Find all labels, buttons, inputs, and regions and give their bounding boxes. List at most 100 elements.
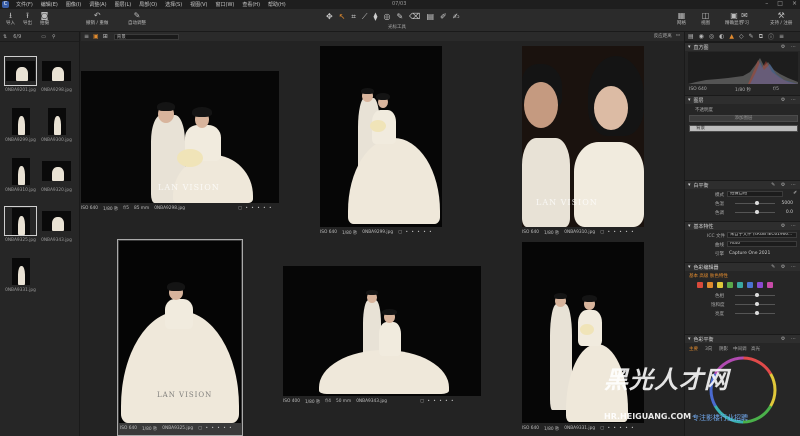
add-layer-button[interactable]: 添加图层: [689, 115, 798, 122]
background-layer[interactable]: 背景: [689, 125, 798, 132]
import-button[interactable]: ⭳ 导入: [6, 11, 15, 26]
color-swatch[interactable]: [717, 282, 723, 288]
menu-item[interactable]: 查看(H): [238, 1, 264, 8]
maximize-icon[interactable]: □: [777, 0, 783, 7]
picker-icon[interactable]: ✐: [440, 12, 447, 22]
annotate-icon[interactable]: ✍: [453, 12, 460, 22]
menu-item[interactable]: 编辑(E): [37, 1, 62, 8]
color-swatch[interactable]: [767, 282, 773, 288]
menu-item[interactable]: 图像(I): [62, 1, 85, 8]
browser-view-icon[interactable]: ▭: [41, 34, 46, 40]
color-swatch[interactable]: [697, 282, 703, 288]
base-char-header[interactable]: ▾ 基本特性 ⚙ ⋯: [685, 221, 800, 230]
close-icon[interactable]: ×: [792, 0, 797, 7]
photo-image[interactable]: [283, 266, 481, 396]
undo-button[interactable]: ↶ 撤销 / 重做: [86, 11, 108, 26]
browser-thumbnail[interactable]: 0NBA9310.jpg: [4, 156, 37, 193]
menu-item[interactable]: 文件(F): [12, 1, 37, 8]
wb-picker-icon[interactable]: ✐: [793, 191, 797, 196]
browser-thumbnail[interactable]: 0NBA9298.jpg: [40, 56, 73, 93]
auto-adjust-button[interactable]: ✎ 自动调整: [128, 11, 146, 26]
menu-item[interactable]: 图层(L): [111, 1, 136, 8]
crop-icon[interactable]: ⌗: [351, 12, 356, 22]
lens-tab-icon[interactable]: ◎: [709, 33, 714, 40]
exposure-tab-icon[interactable]: ▲: [729, 33, 734, 40]
kelvin-slider[interactable]: [735, 201, 775, 205]
color-swatch[interactable]: [737, 282, 743, 288]
photo-image[interactable]: LAN VISION: [522, 46, 644, 227]
browser-thumbnail[interactable]: 0NBA9343.jpg: [40, 206, 73, 243]
keystone-icon[interactable]: ⧫: [374, 12, 378, 22]
gradient-icon[interactable]: ▤: [426, 12, 434, 22]
saturation-slider[interactable]: [735, 302, 775, 306]
browser-thumbnail[interactable]: 0NBA9300.jpg: [40, 106, 73, 143]
icc-select[interactable]: 来自于文件 (sRGB IEC61966...: [727, 232, 797, 238]
photo-card-selected[interactable]: LAN VISION ISO 640 1/80 秒 0NBA9325.jpg ▢ •…: [117, 239, 243, 436]
browser-thumbnail[interactable]: 0NBA9331.jpg: [4, 256, 37, 293]
before-after-button[interactable]: ◫ 视图: [701, 11, 710, 26]
color-editor-header[interactable]: ▾ 色彩编辑器 ✎ ⚙ ⋯: [685, 262, 800, 271]
layer-select[interactable]: 背景: [113, 33, 179, 40]
local-tab-icon[interactable]: ✎: [749, 33, 754, 40]
color-swatch[interactable]: [757, 282, 763, 288]
photo-card[interactable]: LAN VISION ISO 640 1/80 秒 f/5 85 mm 0NBA9298…: [81, 71, 279, 219]
zoom-icon[interactable]: ▭: [676, 33, 680, 39]
viewer-single-icon[interactable]: ▣: [93, 33, 99, 40]
menu-item[interactable]: 局部(O): [135, 1, 161, 8]
color-editor-tabs[interactable]: 基本 高级 肤色特性: [685, 272, 800, 279]
hue-slider[interactable]: [735, 293, 775, 297]
color-swatch[interactable]: [747, 282, 753, 288]
browser-search-icon[interactable]: ⚲: [52, 34, 56, 40]
eraser-icon[interactable]: ⌫: [409, 12, 420, 22]
photo-card[interactable]: ISO 400 1/80 秒 f/4 50 mm 0NBA9343.jpg ▢ • • …: [283, 266, 481, 411]
tint-slider[interactable]: [735, 210, 775, 214]
browser-thumbnail[interactable]: 0NBA9320.jpg: [40, 156, 73, 193]
curve-row: 曲线 Auto: [685, 241, 800, 248]
menu-item[interactable]: 帮助(H): [264, 1, 290, 8]
spot-icon[interactable]: ◎: [383, 12, 390, 22]
pan-icon[interactable]: ✥: [326, 12, 333, 22]
grid-button[interactable]: ▦ 网格: [677, 11, 686, 26]
curve-select[interactable]: Auto: [727, 241, 797, 247]
histogram-header[interactable]: ▾ 直方图 ⚙ ⋯: [685, 42, 800, 51]
photo-card[interactable]: LAN VISION ISO 640 1/80 秒 0NBA9310.jpg ▢ •…: [522, 46, 644, 239]
browser-thumbnail[interactable]: 0NBA9201.jpg: [4, 56, 37, 93]
library-tab-icon[interactable]: ▤: [688, 33, 694, 40]
lightness-slider[interactable]: [735, 311, 775, 315]
learn-button[interactable]: ✉ 学习: [740, 11, 749, 26]
photo-image[interactable]: LAN VISION: [119, 241, 241, 423]
minimize-icon[interactable]: –: [765, 0, 768, 7]
export-button[interactable]: ⭱ 导出: [23, 11, 32, 26]
viewer-multi-icon[interactable]: ⊞: [103, 33, 108, 40]
wb-mode-select[interactable]: 拍摄自相: [727, 191, 783, 197]
brush-icon[interactable]: ✎: [396, 12, 403, 22]
browser-thumbnail[interactable]: 0NBA9325.jpg: [4, 206, 37, 243]
color-swatch[interactable]: [727, 282, 733, 288]
photo-image[interactable]: [320, 46, 442, 227]
output-tab-icon[interactable]: ⧉: [759, 33, 763, 41]
photo-image[interactable]: LAN VISION: [81, 71, 279, 203]
layers-header[interactable]: ▾ 图层 ⚙ ⋯: [685, 95, 800, 104]
sort-icon[interactable]: ⇅: [3, 34, 7, 40]
select-icon[interactable]: ↖: [339, 12, 346, 22]
white-balance-header[interactable]: ▾ 白平衡 ✎ ⚙ ⋯: [685, 180, 800, 189]
color-balance-tabs[interactable]: 主要 3向 阴影 中间调 高光: [685, 345, 800, 352]
photo-card[interactable]: ISO 640 1/80 秒 0NBA9299.jpg ▢ • • • • •: [320, 46, 442, 239]
batch-tab-icon[interactable]: ≡: [779, 33, 784, 40]
menu-item[interactable]: 调整(A): [85, 1, 110, 8]
straighten-icon[interactable]: ⟋: [362, 12, 368, 22]
metadata-tab-icon[interactable]: ⓘ: [768, 32, 774, 41]
color-swatch[interactable]: [707, 282, 713, 288]
settings-button[interactable]: ⚒ 支持 / 注册: [770, 11, 792, 26]
viewer-menu-icon[interactable]: ≡: [84, 33, 89, 40]
collapse-icon[interactable]: ▾: [688, 44, 691, 50]
menu-item[interactable]: 视图(V): [186, 1, 211, 8]
menu-item[interactable]: 窗口(W): [212, 1, 239, 8]
browser-thumbnail[interactable]: 0NBA9299.jpg: [4, 106, 37, 143]
color-balance-header[interactable]: ▾ 色彩平衡 ⚙ ⋯: [685, 334, 800, 343]
capture-tab-icon[interactable]: ◉: [699, 33, 704, 40]
camera-button[interactable]: ◙ 拍摄: [40, 11, 49, 26]
menu-item[interactable]: 选择(S): [161, 1, 186, 8]
color-tab-icon[interactable]: ◐: [719, 33, 724, 40]
details-tab-icon[interactable]: ◇: [739, 33, 744, 40]
